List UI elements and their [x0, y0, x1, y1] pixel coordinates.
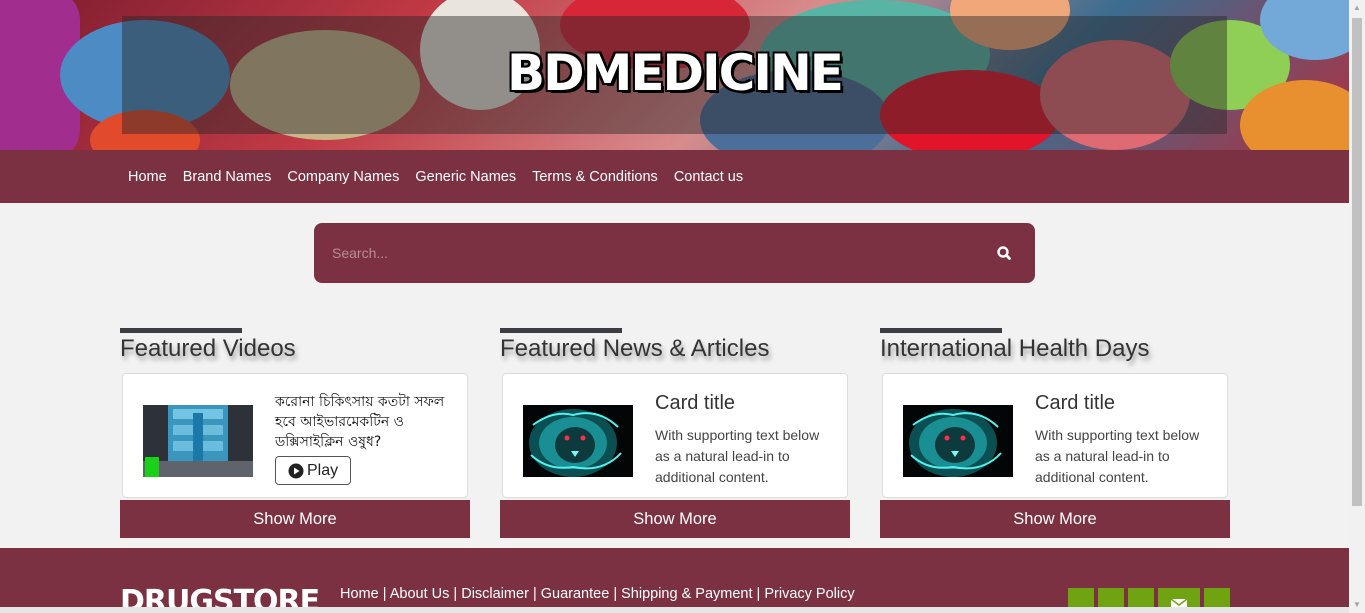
card-text: With supporting text below as a natural …	[655, 427, 820, 485]
card-title[interactable]: Card title	[655, 392, 835, 415]
nav-item-brand-names[interactable]: Brand Names	[175, 169, 280, 185]
section-title: Featured News & Articles	[500, 335, 770, 362]
show-more-button[interactable]: Show More	[120, 500, 470, 538]
scroll-up-arrow[interactable]: ▲	[1349, 0, 1365, 16]
lion-graphic	[523, 405, 633, 477]
footer-link-home[interactable]: Home	[340, 586, 379, 602]
video-card: করোনা চিকিৎসায় কতটা সফল হবে আইভারমেকটিন…	[122, 373, 468, 498]
nav-list: Home Brand Names Company Names Generic N…	[120, 150, 751, 203]
footer-separator: |	[532, 586, 537, 602]
search-input[interactable]	[330, 237, 970, 269]
show-more-button[interactable]: Show More	[500, 500, 850, 538]
section-title: Featured Videos	[120, 335, 296, 362]
footer-separator: |	[613, 586, 618, 602]
neon-lion-image[interactable]	[523, 405, 633, 477]
news-card-body: Card title With supporting text below as…	[655, 392, 835, 488]
footer-link-shipping-payment[interactable]: Shipping & Payment	[621, 586, 752, 602]
card-text: With supporting text below as a natural …	[1035, 427, 1200, 485]
lion-graphic	[903, 405, 1013, 477]
footer-separator: |	[453, 586, 458, 602]
play-button[interactable]: Play	[275, 456, 352, 485]
video-thumbnail[interactable]	[143, 405, 253, 477]
footer: DRUGSTORE Home | About Us | Disclaimer |…	[0, 548, 1349, 613]
nav-item-home[interactable]: Home	[120, 169, 175, 185]
section-title: International Health Days	[880, 335, 1150, 362]
site-title[interactable]: BDMEDICINE	[0, 44, 1349, 102]
scrollbar-thumb[interactable]	[1352, 18, 1362, 506]
card-title[interactable]: Card title	[1035, 392, 1215, 415]
footer-link-guarantee[interactable]: Guarantee	[541, 586, 610, 602]
main-navbar: Home Brand Names Company Names Generic N…	[0, 150, 1349, 203]
section-title-bar	[880, 328, 1002, 333]
video-card-body: করোনা চিকিৎসায় কতটা সফল হবে আইভারমেকটিন…	[275, 392, 455, 485]
search-icon	[997, 246, 1011, 260]
footer-links: Home | About Us | Disclaimer | Guarantee…	[340, 586, 855, 602]
nav-item-generic-names[interactable]: Generic Names	[407, 169, 524, 185]
nav-item-contact-us[interactable]: Contact us	[666, 169, 751, 185]
search-bar	[314, 223, 1035, 283]
health-day-card: Card title With supporting text below as…	[882, 373, 1228, 498]
neon-lion-image[interactable]	[903, 405, 1013, 477]
footer-separator: |	[756, 586, 761, 602]
video-title-text[interactable]: করোনা চিকিৎসায় কতটা সফল হবে আইভারমেকটিন…	[275, 392, 455, 452]
show-more-button[interactable]: Show More	[880, 500, 1230, 538]
header-banner: BDMEDICINE	[0, 0, 1349, 150]
nav-item-company-names[interactable]: Company Names	[279, 169, 407, 185]
play-label: Play	[307, 461, 339, 479]
horizontal-scrollbar[interactable]	[0, 607, 1349, 613]
nav-item-terms-conditions[interactable]: Terms & Conditions	[524, 169, 666, 185]
section-title-bar	[500, 328, 622, 333]
footer-link-privacy-policy[interactable]: Privacy Policy	[764, 586, 854, 602]
video-thumbnail-graphic	[143, 405, 253, 477]
play-circle-icon	[288, 463, 304, 478]
news-card: Card title With supporting text below as…	[502, 373, 848, 498]
footer-separator: |	[382, 586, 387, 602]
scroll-down-arrow[interactable]: ▼	[1349, 597, 1365, 613]
search-button[interactable]	[990, 239, 1018, 267]
health-day-card-body: Card title With supporting text below as…	[1035, 392, 1215, 488]
footer-link-about-us[interactable]: About Us	[390, 586, 450, 602]
vertical-scrollbar[interactable]: ▲ ▼	[1349, 0, 1365, 613]
footer-link-disclaimer[interactable]: Disclaimer	[461, 586, 529, 602]
section-title-bar	[120, 328, 242, 333]
